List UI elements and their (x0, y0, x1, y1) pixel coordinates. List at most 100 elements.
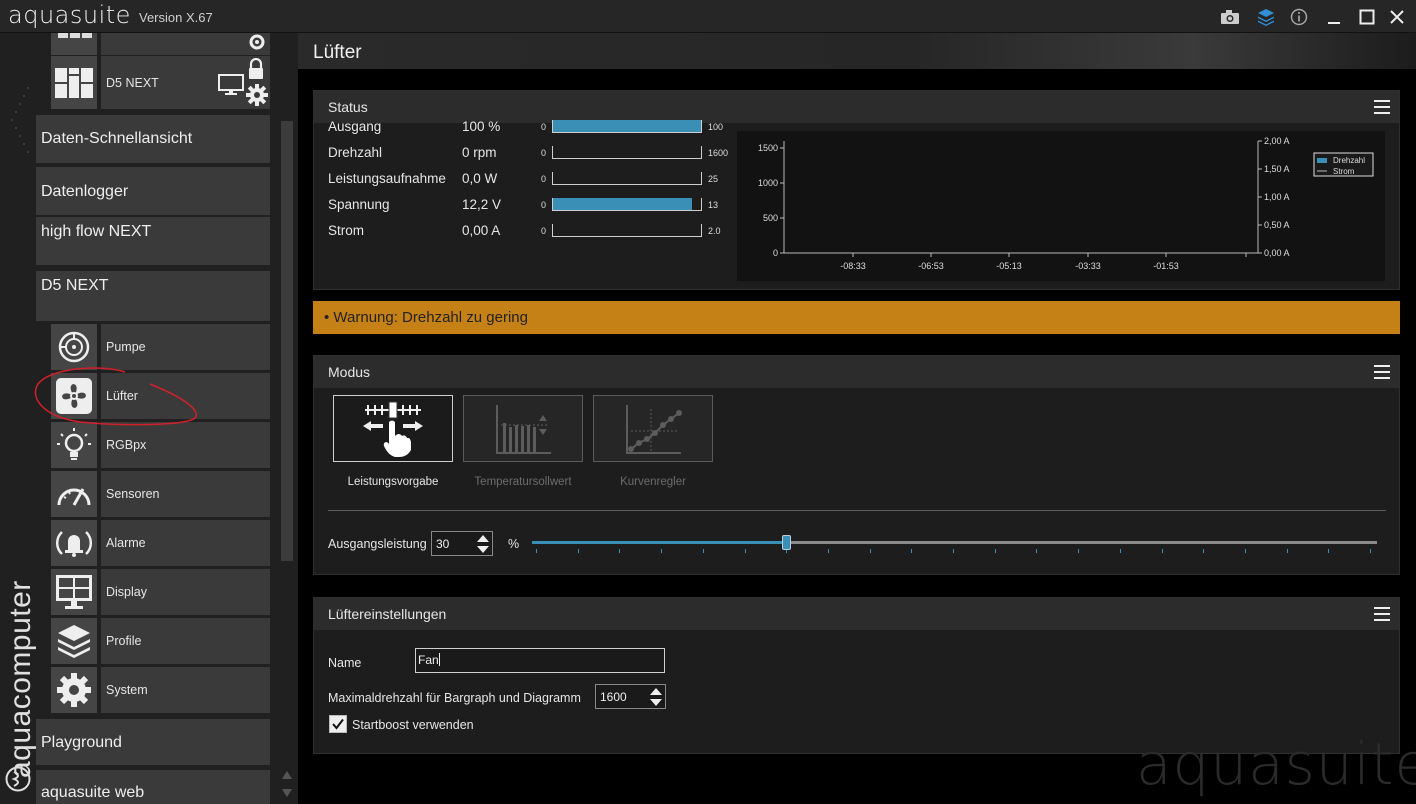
sidebar-sub-label: Alarme (106, 536, 146, 550)
sidebar-sub-label: Display (106, 585, 147, 599)
fan-settings-header: Lüftereinstellungen (314, 598, 1399, 630)
gauge-icon[interactable] (51, 471, 97, 517)
layers-icon[interactable] (1255, 6, 1277, 28)
chart-x-tick-label: -03:33 (1075, 261, 1101, 271)
maximize-icon[interactable] (1356, 6, 1378, 28)
sidebar-sub-display[interactable]: Display (101, 569, 270, 615)
device-grid-icon[interactable] (51, 56, 97, 109)
max-rpm-value: 1600 (600, 690, 627, 704)
chart-y-tick-label: 1500 (758, 143, 778, 153)
name-field[interactable]: Fan (415, 648, 665, 673)
scroll-arrows-icon[interactable] (281, 769, 293, 799)
menu-icon[interactable] (1374, 100, 1390, 114)
startboost-checkbox[interactable] (329, 715, 347, 733)
sidebar-item-label: D5 NEXT (41, 277, 109, 294)
stepper-arrows-icon[interactable] (476, 533, 490, 555)
sidebar-sub-rgbpx[interactable]: RGBpx (101, 422, 270, 468)
brand-logo: aquacomputer (4, 580, 37, 778)
stepper-arrows-icon[interactable] (649, 686, 663, 708)
modus-panel-header: Modus (314, 356, 1399, 388)
sidebar-item-high-flow-next[interactable]: high flow NEXT (36, 217, 270, 265)
menu-icon[interactable] (1374, 365, 1390, 379)
sidebar-scrollbar[interactable] (281, 121, 293, 561)
dot-pattern (11, 87, 29, 153)
slider-tick (744, 549, 746, 553)
status-panel: Status Ausgang 100 % 0 100 Drehzahl 0 rpm 0 160… (313, 90, 1400, 290)
device-tile-partial[interactable] (101, 33, 270, 55)
sidebar-item-playground[interactable]: Playground (36, 719, 270, 765)
curve-chart-icon (626, 404, 682, 454)
slider-tick (536, 549, 537, 553)
gear-icon[interactable] (246, 84, 268, 106)
checkmark-icon (332, 718, 344, 730)
status-label: Leistungsaufnahme (328, 171, 446, 186)
gear-icon[interactable] (51, 667, 97, 713)
slider-tick (577, 549, 579, 553)
status-value: 12,2 V (462, 197, 502, 212)
mode-kurvenregler-button[interactable] (593, 395, 713, 462)
sidebar-item-daten-schnellansicht[interactable]: Daten-Schnellansicht (36, 115, 270, 163)
lock-icon (249, 58, 263, 79)
page-header: Lüfter (298, 33, 1416, 69)
chart-y-tick-label: 500 (763, 213, 778, 223)
slider-tick (1328, 549, 1330, 553)
max-rpm-stepper[interactable]: 1600 (595, 684, 666, 709)
bell-icon[interactable] (51, 520, 97, 566)
status-bar (552, 120, 702, 133)
mode-temperatursollwert-button[interactable] (463, 395, 583, 462)
info-icon[interactable] (1288, 6, 1310, 28)
watermark-logo: aquasuite (1136, 730, 1416, 798)
display-icon[interactable] (51, 569, 97, 615)
device-icon-partial[interactable] (51, 33, 97, 55)
chart-legend-swatch (1317, 158, 1327, 163)
status-bar (552, 198, 702, 211)
status-bar-max: 2.0 (708, 226, 721, 236)
pump-icon[interactable] (51, 324, 97, 370)
status-bar (552, 172, 702, 185)
bulb-icon[interactable] (51, 422, 97, 468)
sidebar-item-d5-next[interactable]: D5 NEXT (36, 271, 270, 321)
status-bar (552, 146, 702, 159)
slider-tick (1161, 549, 1163, 553)
sidebar-sub-system[interactable]: System (101, 667, 270, 713)
slider-tick (1119, 549, 1121, 553)
sidebar-sub-profile[interactable]: Profile (101, 618, 270, 664)
status-bar (552, 224, 702, 237)
device-tile-d5next[interactable]: D5 NEXT (101, 56, 270, 109)
status-label: Strom (328, 223, 365, 238)
output-stepper[interactable]: 30 (431, 531, 493, 556)
mode-label-kurvenregler: Kurvenregler (620, 476, 686, 488)
name-field-value: Fan (418, 653, 439, 667)
close-icon[interactable] (1386, 6, 1408, 28)
sidebar-item-label: Daten-Schnellansicht (41, 130, 193, 147)
chart-x-tick-label: -08:33 (840, 261, 866, 271)
sidebar-item-datenlogger[interactable]: Datenlogger (36, 167, 270, 215)
layers-icon[interactable] (51, 618, 97, 664)
slider-tick (911, 549, 913, 553)
chart-canvas: 0 500 1000 1500 0,00 A 0,50 A 1,00 A 1,50 A 2,00… (758, 136, 1374, 271)
chart-y-tick-label: 1000 (758, 178, 778, 188)
output-unit: % (508, 537, 520, 551)
chart-y2-tick-label: 1,00 A (1264, 192, 1290, 202)
sidebar-item-label: Playground (41, 734, 122, 751)
status-panel-title: Status (328, 99, 368, 115)
minimize-icon[interactable] (1323, 6, 1345, 28)
menu-icon[interactable] (1374, 607, 1390, 621)
status-bar-max: 13 (708, 200, 719, 210)
sidebar-sub-alarme[interactable]: Alarme (101, 520, 270, 566)
camera-icon[interactable] (1219, 6, 1241, 28)
max-rpm-label: Maximaldrehzahl für Bargraph und Diagram… (328, 691, 581, 705)
slider-thumb[interactable] (781, 535, 791, 550)
brand-strip: aquacomputer (0, 33, 37, 804)
sidebar-sub-sensoren[interactable]: Sensoren (101, 471, 270, 517)
status-bar-fill (553, 198, 693, 210)
status-bar-min: 0 (541, 200, 547, 210)
page-title: Lüfter (313, 42, 362, 63)
slider-tick (619, 549, 621, 553)
status-bar-fill (553, 120, 701, 132)
status-label: Drehzahl (328, 145, 383, 160)
output-slider[interactable] (532, 532, 1377, 556)
sidebar-item-aquasuite-web[interactable]: aquasuite web (36, 770, 270, 804)
sidebar-sub-pumpe[interactable]: Pumpe (101, 324, 270, 370)
mode-leistungsvorgabe-button[interactable] (333, 395, 453, 462)
